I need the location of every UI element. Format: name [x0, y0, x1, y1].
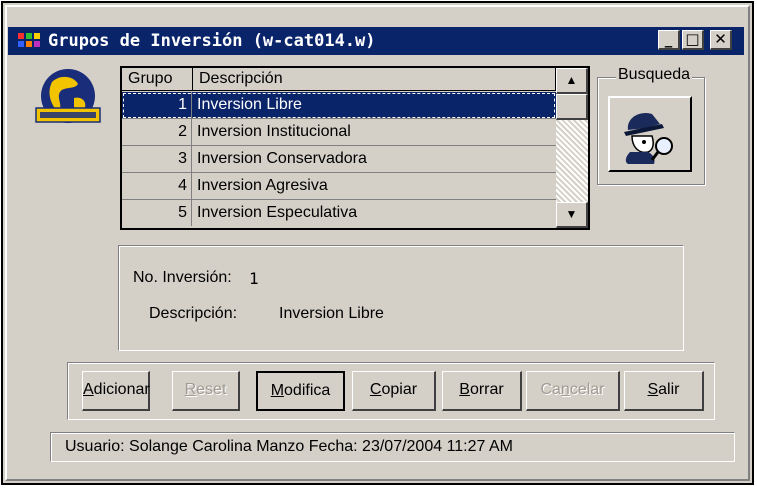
descripcion-cell: Inversion Agresiva	[197, 177, 328, 194]
app-icon	[18, 33, 42, 49]
scroll-thumb[interactable]	[556, 94, 588, 120]
borrar-label: orrar	[469, 381, 504, 398]
cancelar-label-start: Ca	[540, 381, 561, 398]
close-icon: ✕	[714, 30, 727, 48]
minimize-button[interactable]: _	[658, 30, 680, 50]
modifica-accel: M	[270, 382, 285, 399]
table-row[interactable]: 3 Inversion Conservadora	[122, 146, 556, 173]
cancelar-button[interactable]: Cancelar	[526, 371, 620, 411]
maximize-icon: □	[685, 30, 700, 48]
adicionar-label: dicionar	[93, 381, 150, 398]
no-inversion-value[interactable]: 1	[249, 269, 259, 288]
copiar-button[interactable]: Copiar	[352, 371, 436, 411]
column-header-descripcion[interactable]: Descripción	[193, 68, 556, 91]
descripcion-cell: Inversion Especulativa	[197, 204, 358, 221]
descripcion-cell: Inversion Libre	[197, 96, 302, 113]
title-bar[interactable]: Grupos de Inversión (w-cat014.w) _ □ ✕	[8, 27, 744, 55]
descripcion-cell: Inversion Institucional	[197, 123, 351, 140]
adicionar-accel: A	[83, 381, 94, 398]
grid-header: Grupo Descripción	[122, 68, 556, 92]
search-group: Busqueda	[597, 66, 705, 185]
descripcion-cell: Inversion Conservadora	[197, 150, 367, 167]
table-row[interactable]: 5 Inversion Especulativa	[122, 200, 556, 227]
scroll-down-button[interactable]: ▼	[556, 202, 588, 228]
grupo-cell: 3	[122, 146, 192, 172]
detective-magnifier-icon	[624, 112, 673, 164]
maximize-button[interactable]: □	[682, 30, 704, 50]
window-title: Grupos de Inversión (w-cat014.w)	[48, 31, 376, 51]
salir-label: alir	[658, 381, 680, 398]
grupo-cell: 2	[122, 119, 192, 145]
close-button[interactable]: ✕	[710, 30, 732, 50]
cancelar-accel: n	[560, 381, 570, 398]
copiar-label: opiar	[381, 381, 418, 398]
table-row[interactable]: 4 Inversion Agresiva	[122, 173, 556, 200]
grupo-cell: 1	[122, 92, 192, 118]
detail-frame: No. Inversión: 1 Descripción: Inversion …	[118, 245, 684, 351]
reset-label: eset	[196, 381, 227, 398]
copiar-accel: C	[369, 381, 382, 398]
adicionar-button[interactable]: Adicionar	[82, 371, 150, 411]
descripcion-value[interactable]: Inversion Libre	[279, 305, 384, 323]
status-bar: Usuario: Solange Carolina Manzo Fecha: 2…	[50, 432, 735, 462]
action-button-bar: Adicionar Reset Modifica Copiar Borrar C…	[67, 362, 715, 420]
salir-accel: S	[647, 381, 659, 398]
company-logo	[35, 69, 101, 123]
reset-accel: R	[184, 381, 197, 398]
modifica-label: odifica	[284, 382, 331, 399]
column-header-grupo[interactable]: Grupo	[122, 68, 193, 91]
minimize-icon: _	[664, 30, 673, 48]
borrar-accel: B	[459, 381, 470, 398]
scroll-up-button[interactable]: ▲	[556, 68, 588, 94]
no-inversion-label: No. Inversión:	[133, 269, 232, 286]
table-row[interactable]: 1 Inversion Libre	[122, 92, 556, 119]
borrar-button[interactable]: Borrar	[442, 371, 522, 411]
search-button[interactable]	[608, 96, 692, 172]
salir-button[interactable]: Salir	[624, 371, 704, 411]
table-row[interactable]: 2 Inversion Institucional	[122, 119, 556, 146]
descripcion-label: Descripción:	[149, 305, 238, 322]
grupo-cell: 4	[122, 173, 192, 199]
vertical-scrollbar[interactable]: ▲ ▼	[556, 68, 588, 228]
cancelar-label-end: celar	[569, 381, 605, 398]
arrow-down-icon: ▼	[565, 207, 578, 221]
arrow-up-icon: ▲	[565, 73, 578, 87]
search-group-label: Busqueda	[616, 66, 693, 84]
grupo-cell: 5	[122, 200, 192, 226]
modifica-button[interactable]: Modifica	[256, 371, 345, 411]
reset-button[interactable]: Reset	[172, 371, 240, 411]
groups-browse-grid[interactable]: Grupo Descripción 1 Inversion Libre 2 In…	[120, 66, 590, 230]
